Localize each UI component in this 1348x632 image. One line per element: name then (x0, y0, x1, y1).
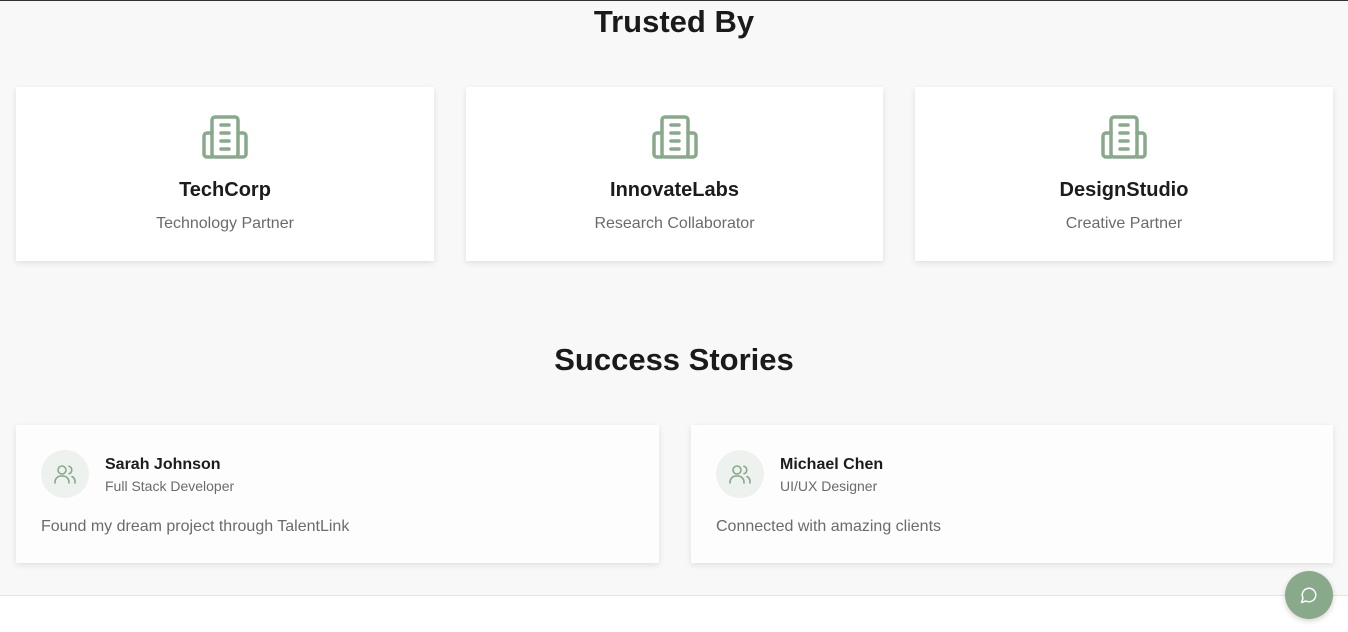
partner-role: Creative Partner (1065, 215, 1183, 232)
top-border (0, 0, 1348, 1)
partner-name: TechCorp (179, 179, 271, 201)
building-icon (651, 115, 698, 159)
footer (0, 596, 1348, 632)
story-person-name: Michael Chen (780, 456, 884, 473)
partner-card-techcorp: TechCorp Technology Partner (16, 87, 434, 261)
avatar (716, 450, 764, 498)
partner-role: Technology Partner (156, 215, 294, 232)
partner-name: DesignStudio (1059, 179, 1189, 201)
partner-role: Research Collaborator (594, 215, 755, 232)
chat-bubble-icon (1300, 587, 1317, 604)
users-icon (54, 465, 76, 484)
story-card-michael-chen: Michael Chen UI/UX Designer Connected wi… (691, 425, 1333, 563)
success-stories-heading: Success Stories (554, 342, 794, 377)
users-icon (729, 465, 751, 484)
avatar (41, 450, 89, 498)
building-icon (1101, 115, 1147, 159)
partner-name: InnovateLabs (610, 179, 739, 201)
story-card-sarah-johnson: Sarah Johnson Full Stack Developer Found… (16, 425, 659, 563)
story-person-name: Sarah Johnson (105, 456, 221, 473)
story-person-title: Full Stack Developer (105, 478, 235, 494)
story-quote: Found my dream project through TalentLin… (41, 518, 350, 535)
story-quote: Connected with amazing clients (716, 518, 942, 535)
partner-card-designstudio: DesignStudio Creative Partner (915, 87, 1333, 261)
chat-button[interactable] (1285, 571, 1333, 619)
partner-card-innovatelabs: InnovateLabs Research Collaborator (466, 87, 883, 261)
building-icon (202, 115, 248, 159)
trusted-by-heading: Trusted By (593, 4, 755, 39)
story-person-title: UI/UX Designer (780, 478, 878, 494)
